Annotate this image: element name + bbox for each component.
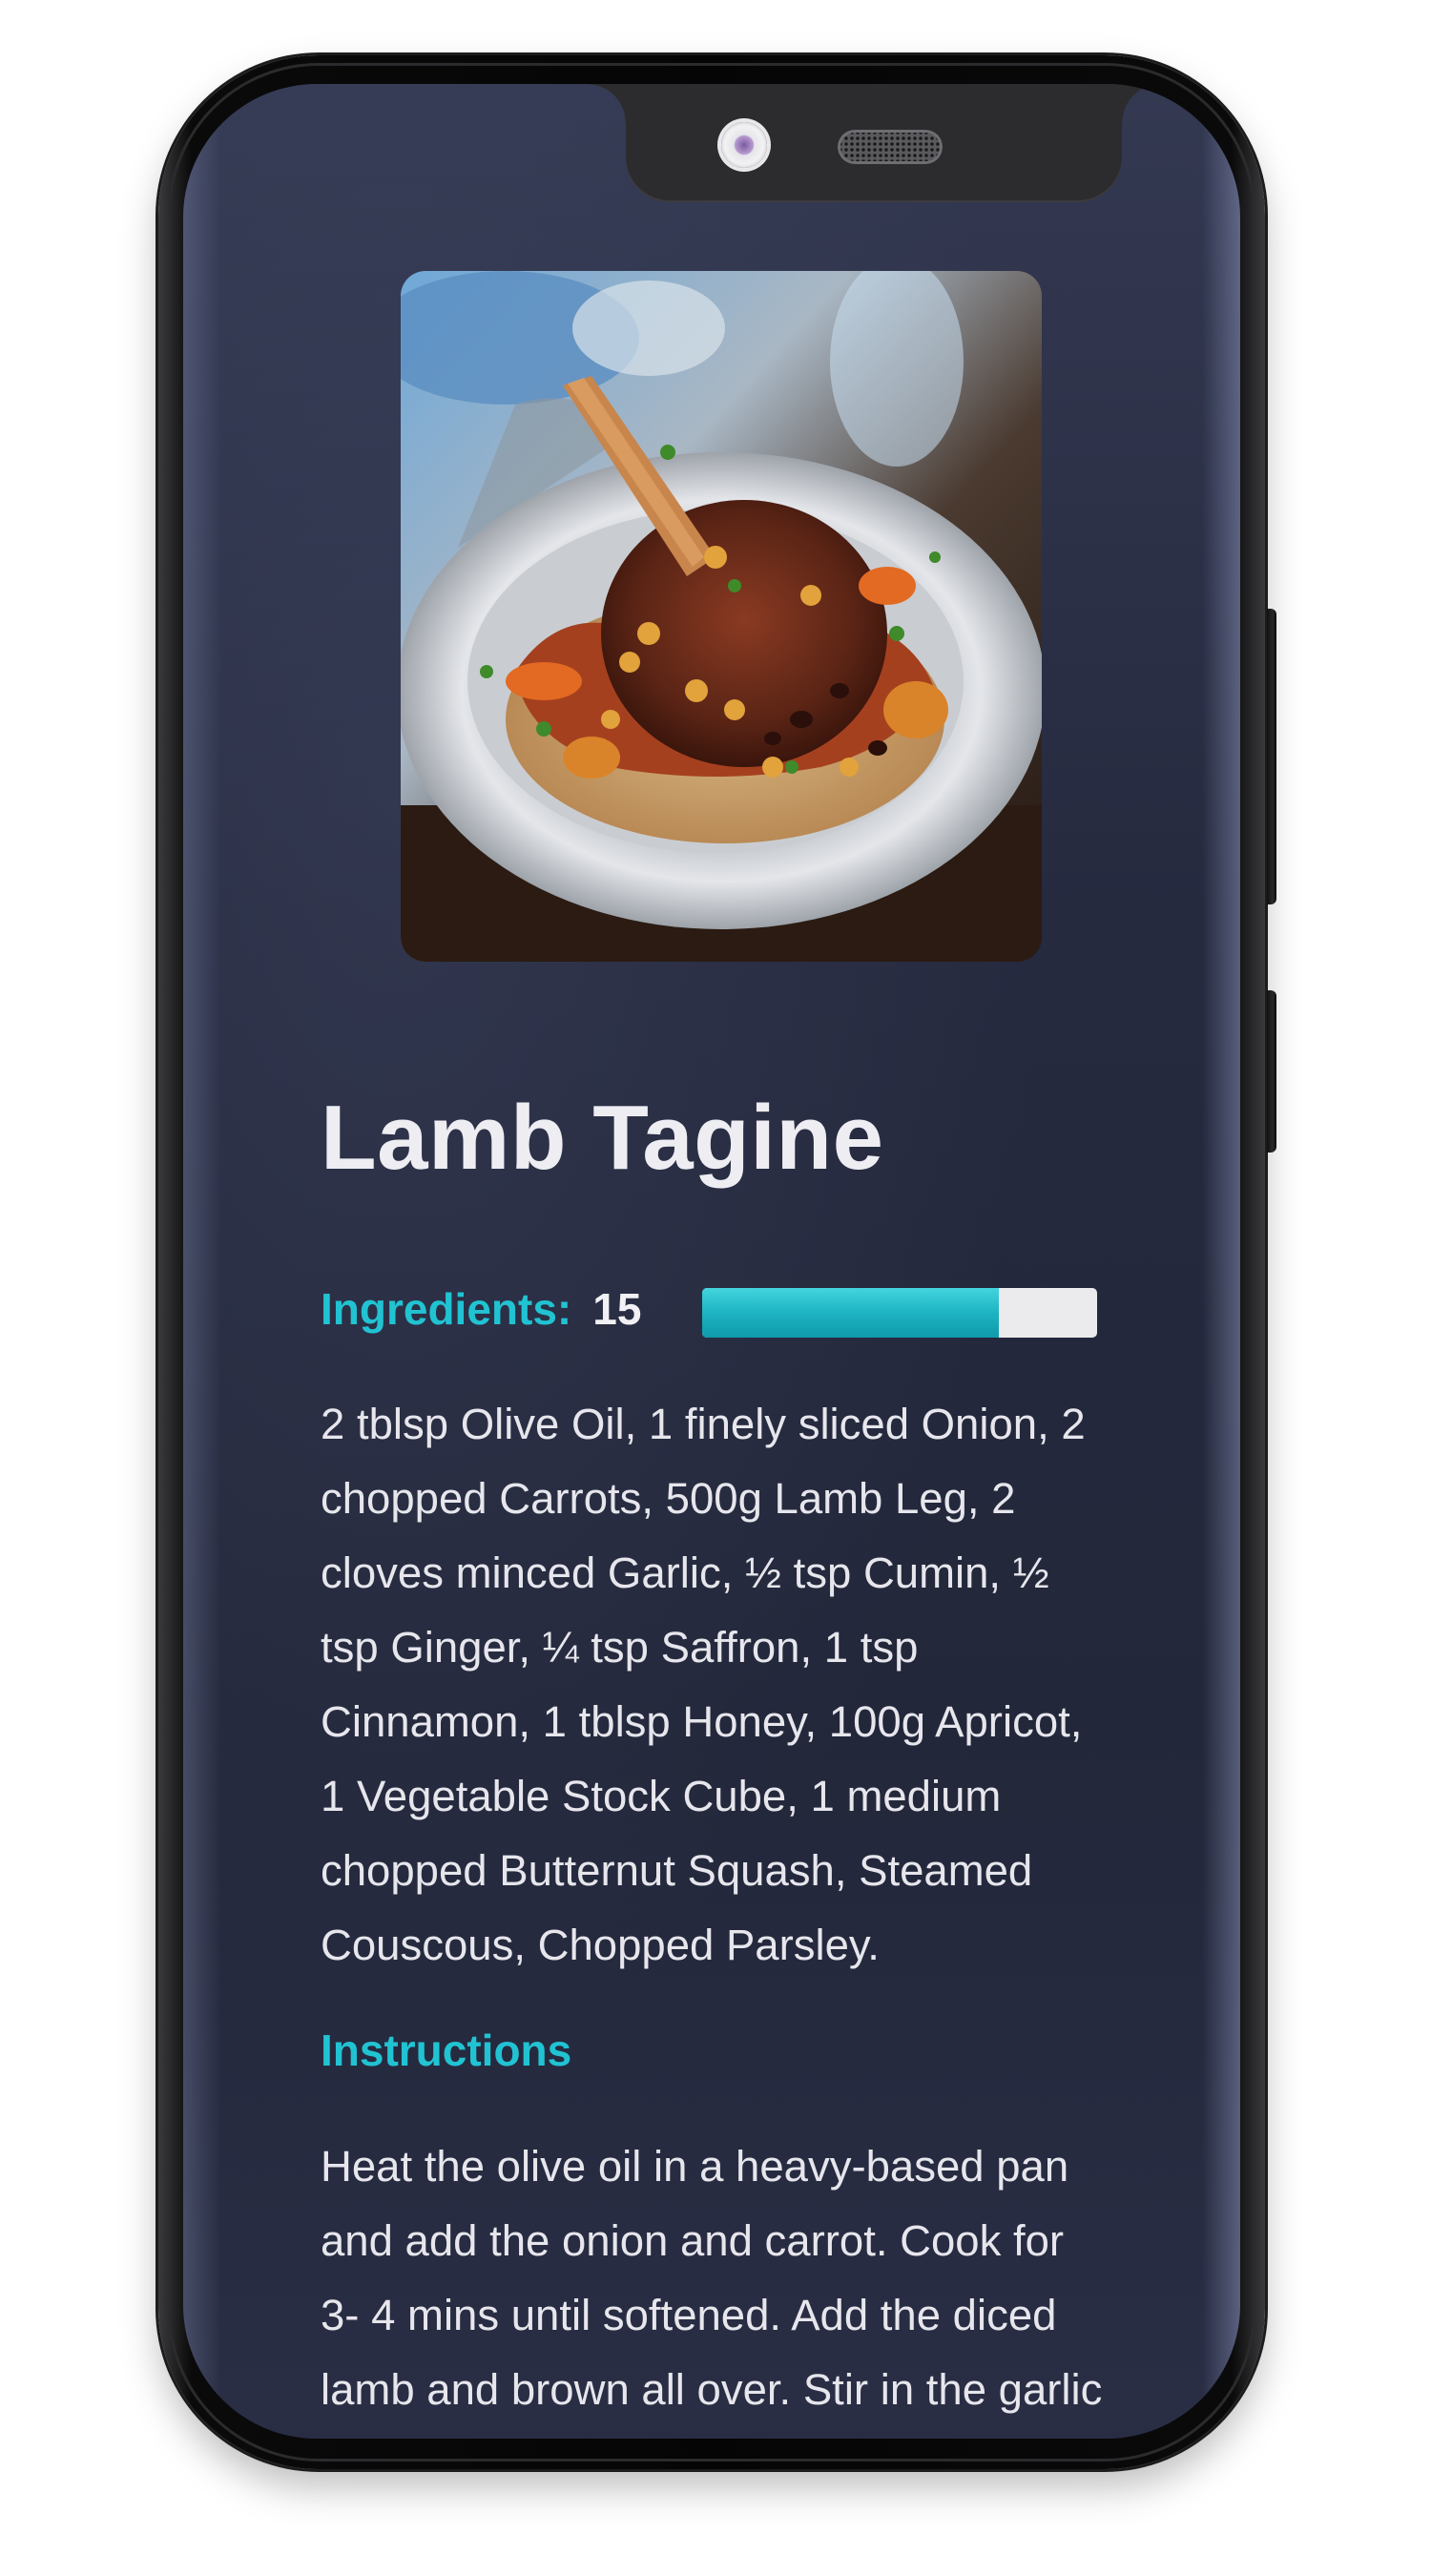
notch [588,84,1160,202]
front-camera-icon [721,122,767,168]
earpiece-speaker-icon [838,130,943,164]
screen: Lamb Tagine Ingredients: 15 2 tblsp Oliv… [183,84,1240,2439]
ingredients-progress-fill [702,1288,999,1338]
ingredients-count: 15 [592,1284,642,1334]
volume-button [1267,609,1276,904]
ingredients-label: Ingredients: [321,1284,572,1334]
screen-edge-highlight-left [183,84,221,2439]
ingredients-progress-bar [702,1288,1097,1338]
instructions-text: Heat the olive oil in a heavy-based pan … [321,2142,1103,2414]
recipe-title: Lamb Tagine [321,1087,884,1189]
screen-edge-highlight-right [1202,84,1240,2439]
ingredients-summary: Ingredients: 15 [321,1278,641,1340]
dish-photo [401,271,1042,962]
phone-frame: Lamb Tagine Ingredients: 15 2 tblsp Oliv… [158,55,1276,2469]
power-button [1267,990,1276,1153]
ingredients-text: 2 tblsp Olive Oil, 1 finely sliced Onion… [321,1400,1086,1969]
instructions-heading: Instructions [321,2025,572,2075]
dish-photo-image [401,271,1042,962]
